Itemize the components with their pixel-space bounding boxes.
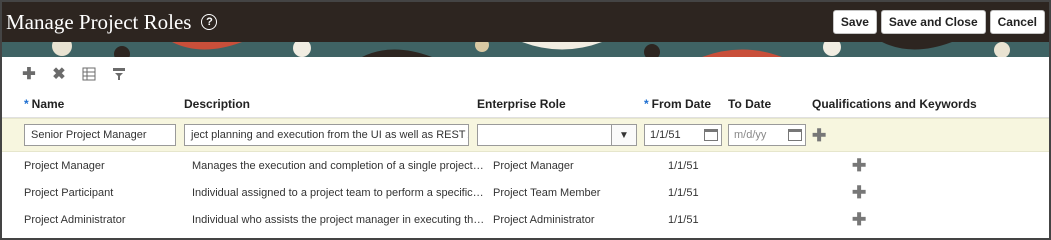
add-qualification-icon[interactable]: ✚	[852, 210, 866, 229]
cancel-button[interactable]: Cancel	[989, 10, 1045, 34]
cell-from-date: 1/1/51	[668, 186, 699, 199]
cell-from-date: 1/1/51	[668, 213, 699, 226]
cell-name: Project Manager	[24, 159, 105, 172]
enterprise-role-select[interactable]: ▼	[477, 124, 637, 146]
table-header: * Name Description Enterprise Role * From …	[2, 91, 1049, 118]
page-title: Manage Project Roles	[6, 9, 192, 34]
calendar-icon[interactable]	[704, 129, 718, 141]
add-icon[interactable]: ✚	[20, 65, 38, 83]
column-header-name[interactable]: * Name	[24, 97, 184, 111]
cell-enterprise-role: Project Manager	[493, 159, 574, 172]
add-qualification-icon[interactable]: ✚	[812, 126, 826, 145]
table-row-editing[interactable]: Senior Project Manager ject planning and…	[2, 118, 1049, 152]
chevron-down-icon[interactable]: ▼	[611, 125, 636, 145]
cell-enterprise-role: Project Administrator	[493, 213, 595, 226]
column-header-to-date[interactable]: To Date	[728, 97, 812, 111]
banner-pattern-icon	[2, 42, 1049, 57]
calendar-icon[interactable]	[788, 129, 802, 141]
table-row[interactable]: Project Participant Individual assigned …	[2, 179, 1049, 206]
column-header-enterprise-role[interactable]: Enterprise Role	[477, 97, 644, 111]
toolbar: ✚ ✖	[2, 57, 1049, 91]
to-date-input[interactable]: m/d/yy	[728, 124, 806, 146]
cell-description: Individual assigned to a project team to…	[192, 186, 493, 199]
add-qualification-icon[interactable]: ✚	[852, 183, 866, 202]
column-header-from-date[interactable]: * From Date	[644, 97, 728, 111]
cell-name: Project Participant	[24, 186, 114, 199]
column-header-description[interactable]: Description	[184, 97, 477, 111]
decorative-banner	[2, 42, 1049, 57]
roles-table: * Name Description Enterprise Role * From …	[2, 91, 1049, 233]
description-input[interactable]: ject planning and execution from the UI …	[184, 124, 469, 146]
cell-enterprise-role: Project Team Member	[493, 186, 601, 199]
cell-description: Individual who assists the project manag…	[192, 213, 493, 226]
name-input[interactable]: Senior Project Manager	[24, 124, 176, 146]
required-marker: *	[24, 97, 29, 111]
header-bar: Manage Project Roles ? Save Save and Clo…	[2, 2, 1049, 42]
add-qualification-icon[interactable]: ✚	[852, 156, 866, 175]
delete-icon[interactable]: ✖	[50, 65, 68, 83]
cell-description: Manages the execution and completion of …	[192, 159, 493, 172]
from-date-input[interactable]: 1/1/51	[644, 124, 722, 146]
header-actions: Save Save and Close Cancel	[832, 10, 1045, 34]
help-icon[interactable]: ?	[201, 14, 218, 30]
freeze-column-icon[interactable]	[80, 65, 98, 83]
dialog: Manage Project Roles ? Save Save and Clo…	[0, 0, 1051, 240]
filter-icon[interactable]	[110, 65, 128, 83]
cell-name: Project Administrator	[24, 213, 126, 226]
cell-from-date: 1/1/51	[668, 159, 699, 172]
save-and-close-button[interactable]: Save and Close	[880, 10, 986, 34]
required-marker: *	[644, 97, 649, 111]
column-header-qualifications: Qualifications and Keywords	[812, 97, 977, 111]
table-row[interactable]: Project Administrator Individual who ass…	[2, 206, 1049, 233]
table-row[interactable]: Project Manager Manages the execution an…	[2, 152, 1049, 179]
save-button[interactable]: Save	[832, 10, 877, 34]
